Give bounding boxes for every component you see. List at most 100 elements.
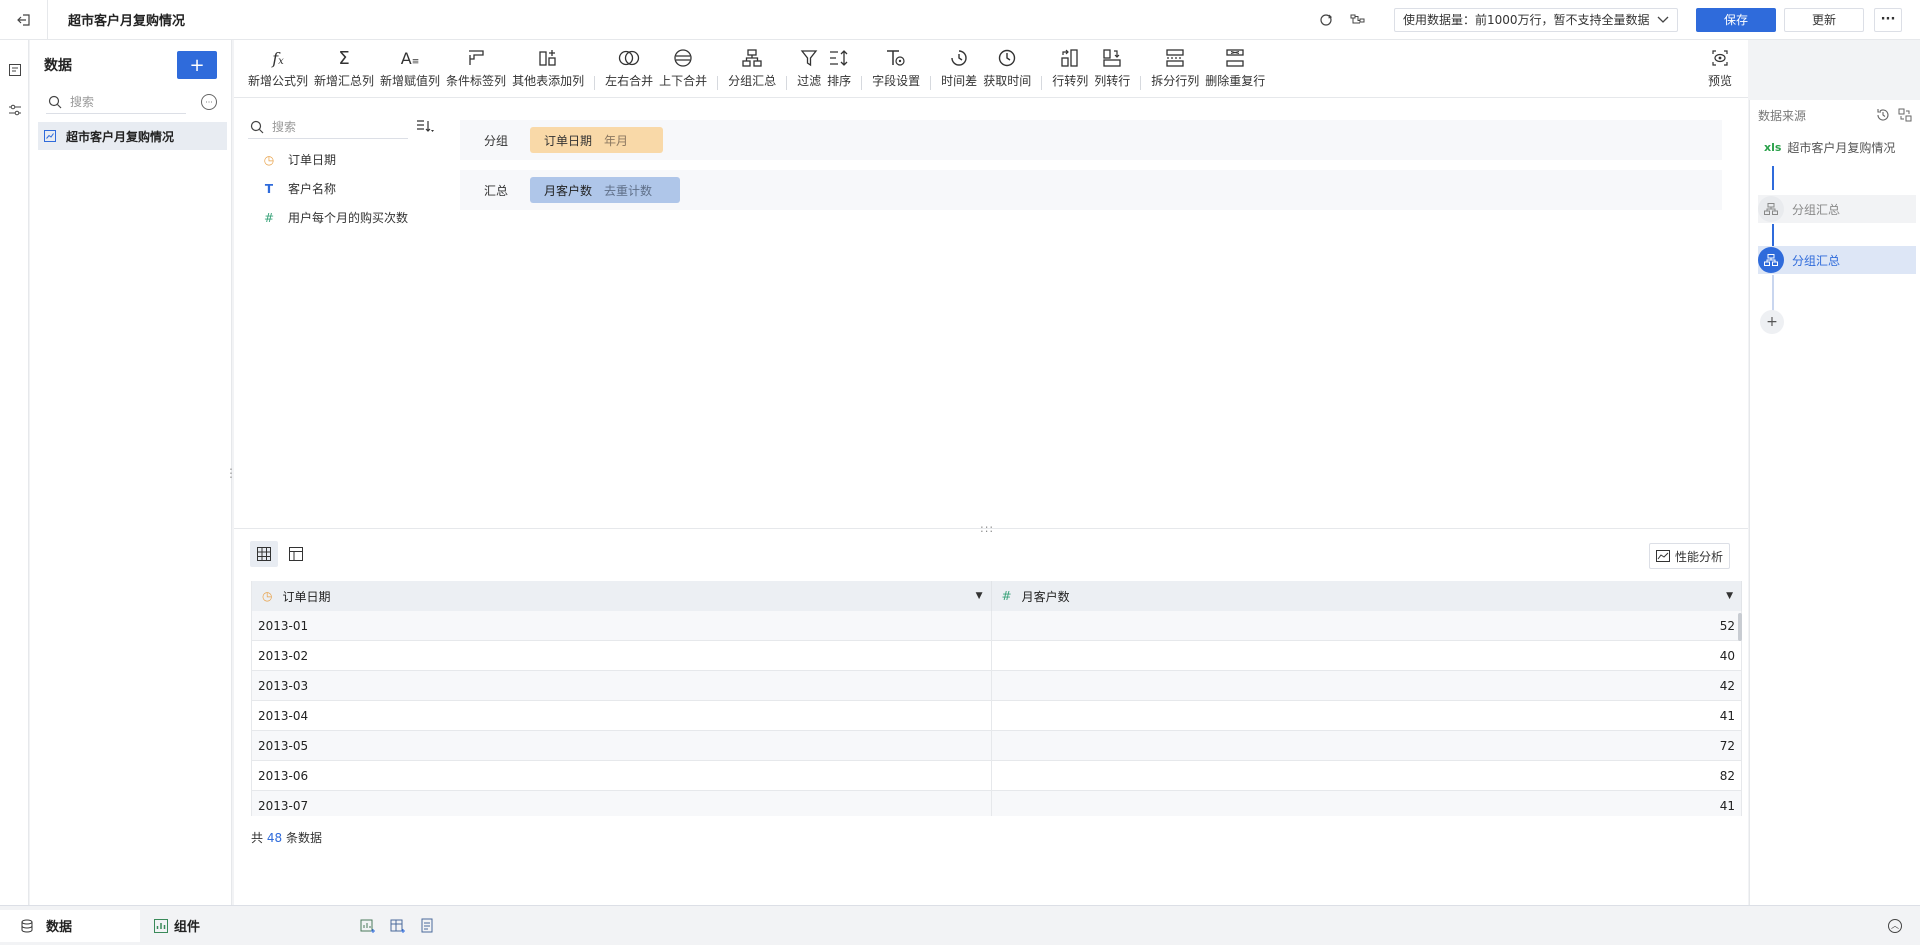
caret-down-icon[interactable]: ▼ [976, 591, 983, 601]
field-search-input[interactable]: 搜索 [248, 115, 408, 139]
toolbar-divider [594, 76, 596, 90]
add-table-icon[interactable] [390, 918, 406, 934]
history-icon[interactable] [1876, 108, 1890, 122]
split-icon [1165, 47, 1185, 69]
rail-settings-button[interactable] [0, 90, 29, 130]
tool-merge-top-bottom[interactable]: 上下合并 [659, 40, 707, 89]
field-list-panel: 搜索 ◷ 订单日期 T 客户名称 # 用户每个月的购买次数 [234, 99, 456, 569]
add-chart-icon[interactable] [360, 918, 376, 934]
add-report-icon[interactable] [420, 918, 436, 934]
tool-time-diff[interactable]: 时间差 [941, 40, 977, 89]
tool-get-time[interactable]: 获取时间 [983, 40, 1031, 89]
table-row[interactable]: 2013-02 40 [252, 641, 1742, 671]
expand-icon[interactable] [1898, 108, 1912, 122]
dedupe-icon [1225, 47, 1245, 69]
group-icon [742, 47, 762, 69]
table-row[interactable]: 2013-03 42 [252, 671, 1742, 701]
table-row[interactable]: 2013-05 72 [252, 731, 1742, 761]
data-source-item[interactable]: xls 超市客户月复购情况 [1750, 134, 1920, 160]
col-to-row-icon [1102, 47, 1122, 69]
top-bar: 超市客户月复购情况 使用数据量：前1000万行，暂不支持全量数据 保存 更新 ·… [0, 0, 1920, 40]
update-button[interactable]: 更新 [1784, 7, 1864, 32]
tool-label: 拆分行列 [1151, 74, 1200, 88]
tab-component-label: 组件 [174, 920, 201, 935]
left-rail [0, 40, 29, 905]
flow-step-group-summary-active[interactable]: 分组汇总 [1758, 246, 1916, 274]
exit-button[interactable] [0, 0, 48, 40]
caret-down-icon[interactable]: ▼ [1726, 591, 1733, 601]
cell-order-date: 2013-01 [252, 611, 992, 640]
column-header-order-date[interactable]: ◷ 订单日期 ▼ [252, 581, 992, 611]
tool-add-column-from-other[interactable]: 其他表添加列 [512, 40, 584, 89]
xls-file-icon: xls [1764, 140, 1782, 154]
layout-view-button[interactable] [282, 541, 310, 567]
field-sort-icon[interactable] [416, 119, 434, 136]
add-dataset-button[interactable]: + [177, 51, 217, 79]
refresh-button[interactable] [1314, 8, 1338, 32]
dataset-search-input[interactable]: 搜索 [46, 90, 186, 114]
flow-step-group-summary[interactable]: 分组汇总 [1758, 195, 1916, 223]
group-field-pill[interactable]: 订单日期 年月 [530, 127, 663, 153]
assign-icon: A≡ [400, 48, 420, 68]
collapse-icon[interactable]: ︿ [1888, 918, 1902, 933]
tool-split-rows-columns[interactable]: 拆分行列 [1151, 40, 1199, 89]
field-item-label: 客户名称 [288, 182, 337, 196]
table-scrollbar[interactable] [1738, 613, 1742, 641]
flow-connector [1772, 224, 1774, 246]
toolbar-divider [861, 76, 863, 90]
field-item-label: 用户每个月的购买次数 [288, 211, 409, 225]
field-item[interactable]: T 客户名称 [234, 174, 456, 203]
cell-monthly-customers: 42 [992, 671, 1742, 700]
table-row[interactable]: 2013-06 82 [252, 761, 1742, 791]
save-button[interactable]: 保存 [1696, 7, 1776, 32]
search-icon [250, 120, 264, 133]
tool-column-to-row[interactable]: 列转行 [1094, 40, 1130, 89]
table-row[interactable]: 2013-07 41 [252, 791, 1742, 816]
group-row: 分组 订单日期 年月 [460, 120, 1722, 160]
preview-button[interactable]: 预览 [1708, 40, 1732, 89]
data-source-panel: 数据来源 xls 超市客户月复购情况 分组汇总 分组汇总 + [1749, 100, 1920, 905]
tool-label: 时间差 [941, 74, 978, 88]
column-header-monthly-customers[interactable]: # 月客户数 ▼ [992, 581, 1742, 611]
dataset-item[interactable]: 超市客户月复购情况 [38, 122, 227, 150]
refresh-icon [1320, 13, 1333, 26]
tool-new-assign-column[interactable]: A≡ 新增赋值列 [380, 40, 440, 89]
rail-data-button[interactable] [0, 50, 29, 90]
dataset-icon [8, 64, 21, 76]
summary-row: 汇总 月客户数 去重计数 [460, 170, 1722, 210]
summary-field-pill[interactable]: 月客户数 去重计数 [530, 177, 680, 203]
tab-data-label: 数据 [46, 920, 73, 935]
tab-data[interactable]: 数据 [0, 909, 140, 942]
lineage-button[interactable] [1346, 8, 1370, 32]
dataset-more-icon[interactable]: ··· [201, 94, 217, 110]
chevron-down-icon [1657, 16, 1669, 23]
tool-field-settings[interactable]: 字段设置 [872, 40, 920, 89]
summary-label: 汇总 [484, 183, 509, 198]
cell-order-date: 2013-07 [252, 791, 992, 816]
table-row[interactable]: 2013-01 52 [252, 611, 1742, 641]
field-item[interactable]: # 用户每个月的购买次数 [234, 203, 456, 232]
tool-condition-label-column[interactable]: 条件标签列 [446, 40, 506, 89]
add-step-button[interactable]: + [1760, 310, 1784, 334]
toolbar-divider [930, 76, 932, 90]
dataset-panel: 数据 + 搜索 ··· 超市客户月复购情况 ⋮ [30, 40, 237, 905]
tool-remove-duplicates[interactable]: 删除重复行 [1205, 40, 1265, 89]
tool-label: 左右合并 [605, 74, 654, 88]
tool-label: 排序 [827, 74, 852, 88]
more-button[interactable]: ··· [1874, 7, 1902, 32]
performance-analysis-button[interactable]: 性能分析 [1648, 543, 1730, 569]
table-row[interactable]: 2013-04 41 [252, 701, 1742, 731]
tool-row-to-column[interactable]: 行转列 [1052, 40, 1088, 89]
tool-merge-left-right[interactable]: 左右合并 [605, 40, 653, 89]
clock-icon: ◷ [263, 152, 275, 167]
tool-sort[interactable]: 排序 [827, 40, 851, 89]
field-item[interactable]: ◷ 订单日期 [234, 145, 456, 174]
tool-filter[interactable]: 过滤 [797, 40, 821, 89]
tool-new-summary-column[interactable]: Σ 新增汇总列 [314, 40, 374, 89]
column-header-label: 月客户数 [1021, 589, 1070, 604]
tab-component[interactable]: 组件 [140, 910, 210, 942]
tool-group-summary[interactable]: 分组汇总 [728, 40, 776, 89]
data-volume-select[interactable]: 使用数据量：前1000万行，暂不支持全量数据 [1394, 7, 1678, 32]
grid-view-button[interactable] [250, 541, 278, 567]
tool-new-formula-column[interactable]: fx 新增公式列 [248, 40, 308, 89]
